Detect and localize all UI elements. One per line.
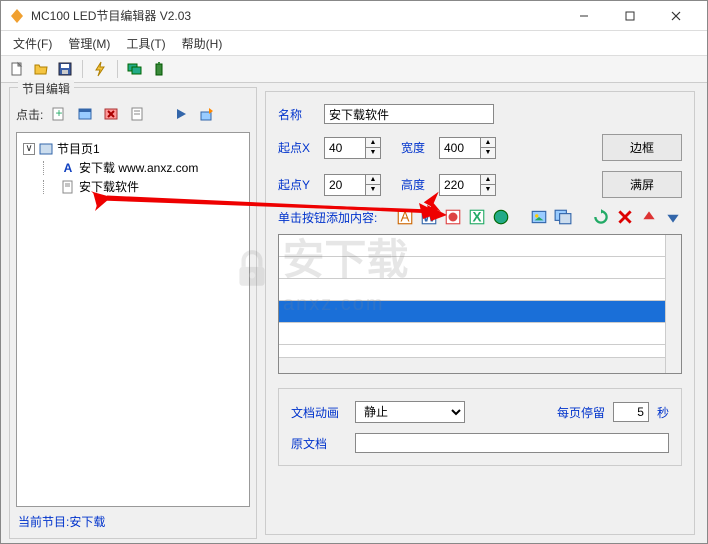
spin-down-icon[interactable]: ▼	[481, 185, 495, 195]
tree-view[interactable]: ∨ 节目页1 A 安下载 www.anxz.com 安下载软件	[16, 132, 250, 507]
lightning-icon[interactable]	[90, 59, 110, 79]
tree-root[interactable]: ∨ 节目页1	[23, 139, 243, 158]
orig-doc-label: 原文档	[291, 435, 347, 452]
add-web-icon[interactable]	[492, 208, 510, 226]
vertical-scrollbar[interactable]	[665, 235, 681, 373]
open-file-icon[interactable]	[31, 59, 51, 79]
doc-icon	[61, 180, 75, 194]
status-row: 当前节目:安下载	[16, 507, 250, 532]
content-grid[interactable]	[278, 234, 682, 374]
props-icon[interactable]	[127, 104, 147, 124]
spin-up-icon[interactable]: ▲	[366, 175, 380, 185]
new-file-icon[interactable]	[7, 59, 27, 79]
border-button[interactable]: 边框	[602, 134, 682, 161]
startx-spinner[interactable]: ▲▼	[324, 137, 381, 159]
add-image-icon[interactable]	[530, 208, 548, 226]
titlebar: MC100 LED节目编辑器 V2.03	[1, 1, 707, 31]
move-down-icon[interactable]	[664, 208, 682, 226]
menubar: 文件(F) 管理(M) 工具(T) 帮助(H)	[1, 31, 707, 55]
click-label: 点击:	[16, 106, 43, 123]
left-panel: 节目编辑 点击: + ∨ 节目页1 A	[1, 83, 261, 543]
maximize-button[interactable]	[607, 1, 653, 31]
menu-help[interactable]: 帮助(H)	[174, 32, 231, 55]
svg-text:+: +	[56, 106, 63, 120]
menu-file[interactable]: 文件(F)	[5, 32, 60, 55]
grid-row[interactable]	[279, 257, 681, 279]
orig-doc-input[interactable]	[355, 433, 669, 453]
app-icon	[9, 8, 25, 24]
play-icon[interactable]	[171, 104, 191, 124]
add-text-icon[interactable]: A	[396, 208, 414, 226]
grid-row-selected[interactable]	[279, 301, 681, 323]
stay-input[interactable]	[613, 402, 649, 422]
remove-icon[interactable]	[616, 208, 634, 226]
add-excel-icon[interactable]: X	[468, 208, 486, 226]
window-title: MC100 LED节目编辑器 V2.03	[31, 7, 561, 24]
spin-down-icon[interactable]: ▼	[481, 148, 495, 158]
width-spinner[interactable]: ▲▼	[439, 137, 496, 159]
spin-up-icon[interactable]: ▲	[481, 175, 495, 185]
delete-icon[interactable]	[101, 104, 121, 124]
screens-icon[interactable]	[125, 59, 145, 79]
svg-text:W: W	[423, 210, 436, 225]
menu-tools[interactable]: 工具(T)	[118, 32, 173, 55]
grid-row[interactable]	[279, 323, 681, 345]
stay-label: 每页停留	[557, 404, 605, 421]
svg-text:A: A	[64, 161, 73, 175]
tree-child-1-label: 安下载 www.anxz.com	[79, 159, 198, 176]
toolbar	[1, 55, 707, 83]
width-label: 宽度	[401, 139, 431, 156]
add-page-icon[interactable]: +	[49, 104, 69, 124]
tree-child-1[interactable]: A 安下载 www.anxz.com	[23, 158, 243, 177]
add-window-icon[interactable]	[75, 104, 95, 124]
add-ppt-icon[interactable]	[444, 208, 462, 226]
spin-up-icon[interactable]: ▲	[481, 138, 495, 148]
grid-row[interactable]	[279, 235, 681, 257]
move-up-icon[interactable]	[640, 208, 658, 226]
right-panel: 名称 起点X ▲▼ 宽度 ▲▼ 边框 起点Y ▲▼ 高度 ▲▼ 满屏	[261, 83, 707, 543]
startx-label: 起点X	[278, 139, 316, 156]
doc-anim-select[interactable]: 静止	[355, 401, 465, 423]
tree-child-2[interactable]: 安下载软件	[23, 177, 243, 196]
starty-label: 起点Y	[278, 176, 316, 193]
name-label: 名称	[278, 106, 316, 123]
menu-manage[interactable]: 管理(M)	[60, 32, 118, 55]
tree-root-label: 节目页1	[57, 140, 100, 157]
name-input[interactable]	[324, 104, 494, 124]
doc-anim-label: 文档动画	[291, 404, 347, 421]
close-button[interactable]	[653, 1, 699, 31]
battery-icon[interactable]	[149, 59, 169, 79]
starty-spinner[interactable]: ▲▼	[324, 174, 381, 196]
left-group-label: 节目编辑	[18, 80, 74, 97]
refresh-icon[interactable]	[592, 208, 610, 226]
horizontal-scrollbar[interactable]	[279, 357, 665, 373]
spin-down-icon[interactable]: ▼	[366, 148, 380, 158]
stay-unit: 秒	[657, 404, 669, 421]
height-label: 高度	[401, 176, 431, 193]
fullscreen-button[interactable]: 满屏	[602, 171, 682, 198]
svg-text:A: A	[400, 210, 409, 225]
export-icon[interactable]	[197, 104, 217, 124]
height-spinner[interactable]: ▲▼	[439, 174, 496, 196]
svg-text:X: X	[472, 210, 481, 225]
spin-up-icon[interactable]: ▲	[366, 138, 380, 148]
minimize-button[interactable]	[561, 1, 607, 31]
add-image2-icon[interactable]	[554, 208, 572, 226]
add-content-label: 单击按钮添加内容:	[278, 209, 377, 226]
status-value: 安下载	[69, 515, 105, 529]
text-a-icon: A	[61, 161, 75, 175]
grid-row[interactable]	[279, 279, 681, 301]
save-file-icon[interactable]	[55, 59, 75, 79]
add-word-icon[interactable]: W	[420, 208, 438, 226]
status-label: 当前节目:	[18, 515, 69, 529]
spin-down-icon[interactable]: ▼	[366, 185, 380, 195]
tree-child-2-label: 安下载软件	[79, 178, 139, 195]
page-icon	[39, 142, 53, 156]
collapse-icon[interactable]: ∨	[23, 143, 35, 155]
doc-section: 文档动画 静止 每页停留 秒 原文档	[278, 388, 682, 466]
